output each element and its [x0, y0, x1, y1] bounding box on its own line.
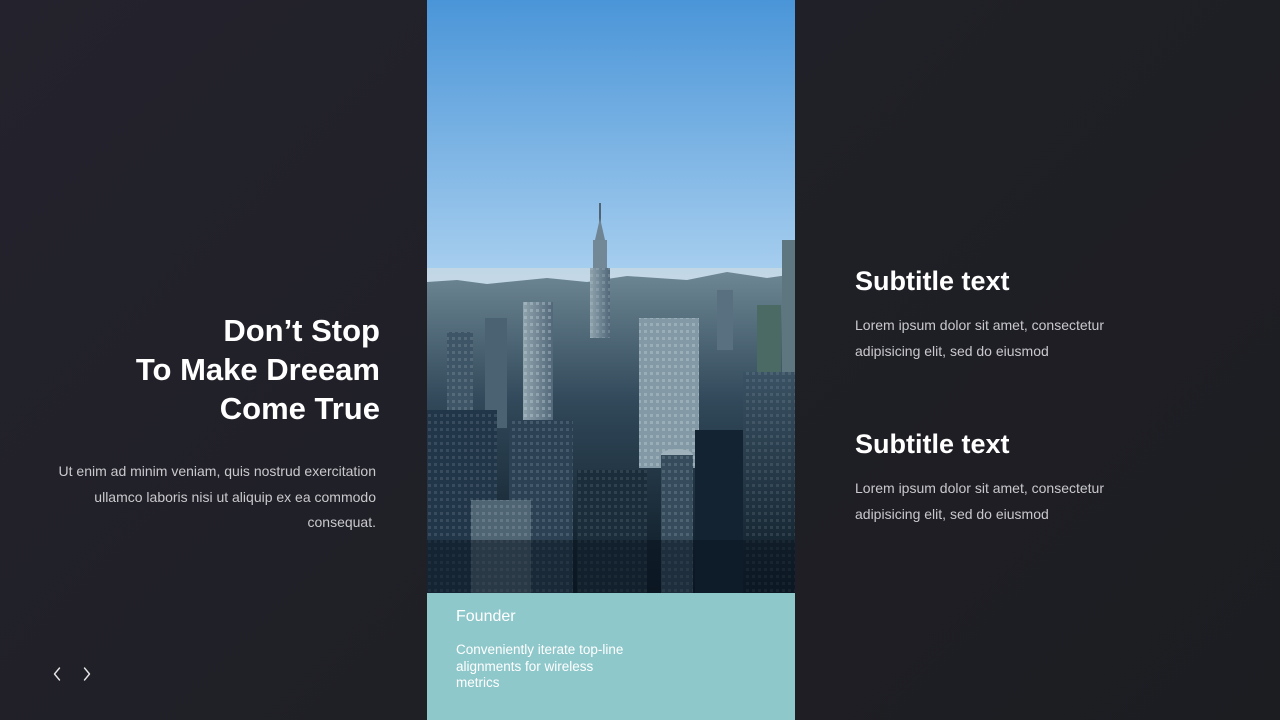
hero-headline-line-1: Don’t Stop [223, 313, 380, 348]
slide-navigation [44, 660, 100, 688]
founder-card-title: Founder [456, 608, 516, 625]
chevron-right-icon [83, 667, 91, 681]
feature-item: Subtitle text Lorem ipsum dolor sit amet… [855, 427, 1185, 527]
city-skyline-photo [427, 0, 795, 593]
previous-slide-button[interactable] [44, 660, 70, 688]
feature-title: Subtitle text [855, 266, 1010, 296]
feature-text: Lorem ipsum dolor sit amet, consectetur … [855, 317, 1104, 359]
skyline-illustration [427, 0, 795, 593]
next-slide-button[interactable] [74, 660, 100, 688]
chevron-left-icon [53, 667, 61, 681]
hero-body-text: Ut enim ad minim veniam, quis nostrud ex… [58, 463, 376, 530]
feature-item: Subtitle text Lorem ipsum dolor sit amet… [855, 264, 1185, 364]
hero-headline: Don’t Stop To Make Dreeam Come True [20, 311, 380, 428]
features-section: Subtitle text Lorem ipsum dolor sit amet… [795, 0, 1280, 720]
hero-section: Don’t Stop To Make Dreeam Come True Ut e… [0, 0, 427, 720]
hero-headline-line-2: To Make Dreeam [135, 352, 380, 387]
feature-title: Subtitle text [855, 429, 1010, 459]
hero-headline-line-3: Come True [219, 391, 380, 426]
feature-text: Lorem ipsum dolor sit amet, consectetur … [855, 480, 1104, 522]
founder-card-text: Conveniently iterate top-line alignments… [456, 642, 624, 690]
founder-card: Founder Conveniently iterate top-line al… [427, 593, 795, 720]
